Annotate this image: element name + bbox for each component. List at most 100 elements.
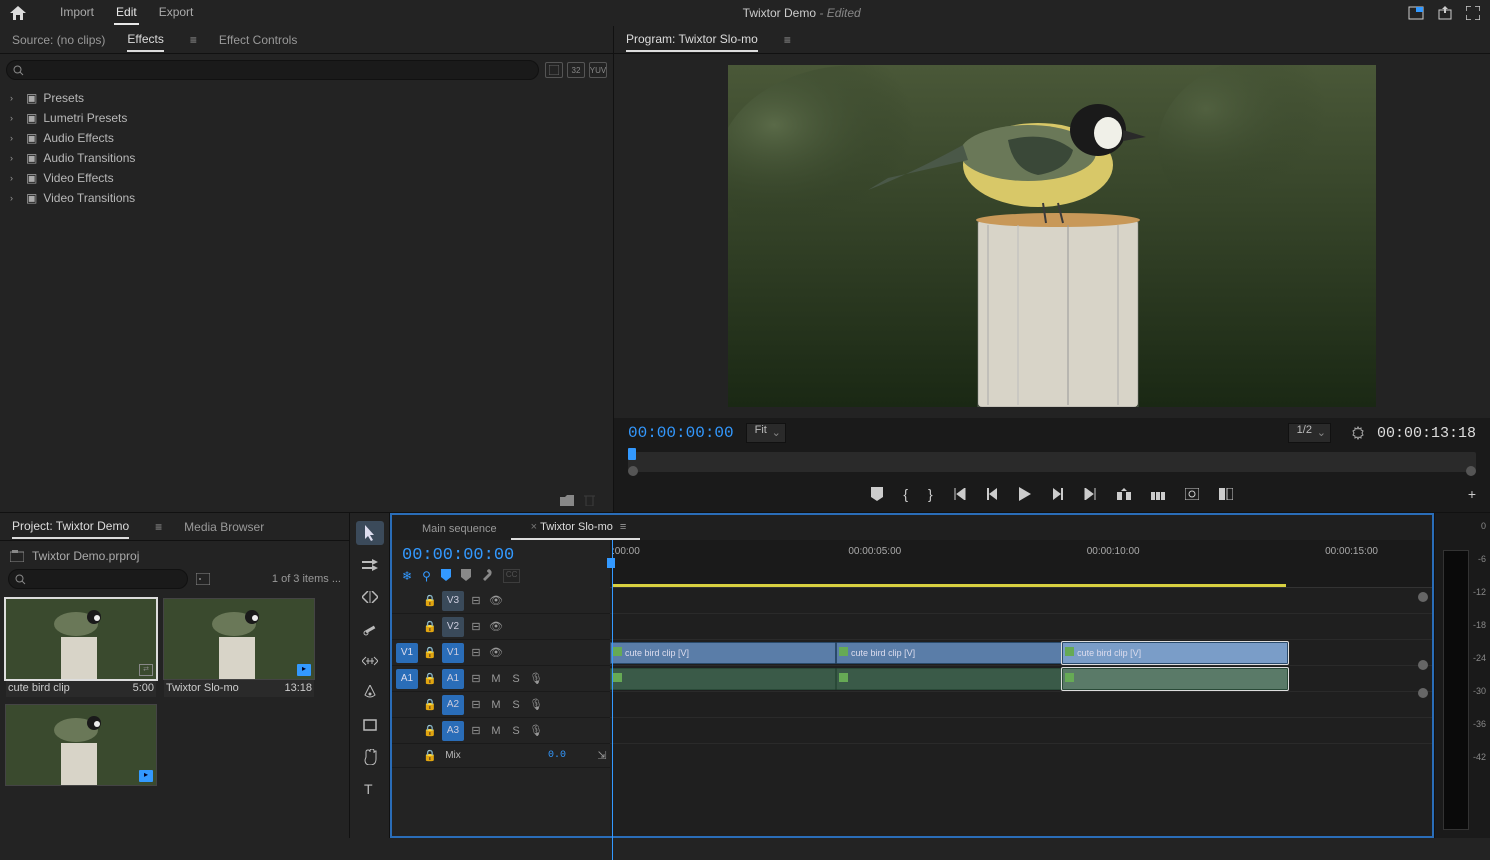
track-v1[interactable]: cute bird clip [V] cute bird clip [V] cu… [610, 640, 1432, 666]
share-icon[interactable] [1438, 6, 1452, 20]
slip-tool-icon[interactable] [356, 649, 384, 673]
mark-out-icon[interactable]: } [928, 486, 933, 502]
pen-tool-icon[interactable] [356, 681, 384, 705]
lock-icon[interactable]: 🔒 [422, 620, 438, 633]
mark-in-icon[interactable]: { [903, 486, 908, 502]
program-viewport[interactable] [614, 54, 1490, 418]
home-icon[interactable] [10, 6, 34, 20]
go-to-out-icon[interactable] [1083, 488, 1097, 500]
playhead-line[interactable] [612, 540, 613, 860]
voiceover-icon[interactable]: 🎙 [528, 724, 544, 737]
bin-item[interactable]: ▸ Twixtor Slo-mo13:18 [164, 599, 314, 697]
lock-icon[interactable]: 🔒 [422, 749, 438, 762]
playhead-icon[interactable] [628, 448, 636, 460]
export-frame-icon[interactable] [1185, 488, 1199, 500]
lock-icon[interactable]: 🔒 [422, 698, 438, 711]
track-header[interactable]: 🔒 A2 ⊟ M S 🎙 [392, 692, 610, 718]
timeline-ruler[interactable]: :00:00 00:00:05:00 00:00:10:00 00:00:15:… [610, 540, 1432, 588]
video-clip[interactable]: cute bird clip [V] [836, 642, 1062, 664]
step-forward-icon[interactable] [1051, 488, 1063, 500]
panel-menu-icon[interactable]: ≡ [620, 521, 626, 533]
scrubber-handle[interactable] [628, 466, 638, 476]
extract-icon[interactable] [1151, 488, 1165, 500]
video-clip[interactable]: cute bird clip [V] [1062, 642, 1288, 664]
linked-selection-icon[interactable]: ⚲ [422, 569, 431, 583]
solo-icon[interactable]: S [508, 699, 524, 711]
solo-icon[interactable]: S [508, 673, 524, 685]
sync-lock-icon[interactable]: ⊟ [468, 646, 484, 659]
zoom-handle[interactable] [1418, 592, 1428, 602]
track-a2[interactable] [610, 692, 1432, 718]
tab-source[interactable]: Source: (no clips) [12, 29, 105, 51]
tab-program[interactable]: Program: Twixtor Slo-mo [626, 28, 758, 52]
sync-lock-icon[interactable]: ⊟ [468, 698, 484, 711]
type-tool-icon[interactable]: T [356, 777, 384, 801]
tree-item[interactable]: ›▣Audio Effects [6, 128, 607, 148]
bin-item[interactable]: ⇄ cute bird clip5:00 [6, 599, 156, 697]
expand-mix-icon[interactable]: ⇲ [594, 749, 610, 762]
sequence-tab[interactable]: × Twixtor Slo-mo ≡ [511, 516, 641, 540]
tree-item[interactable]: ›▣Video Effects [6, 168, 607, 188]
panel-menu-icon[interactable]: ≡ [155, 520, 162, 534]
workspace-tab-edit[interactable]: Edit [114, 1, 139, 25]
sync-lock-icon[interactable]: ⊟ [468, 594, 484, 607]
panel-menu-icon[interactable]: ≡ [784, 33, 791, 47]
sync-lock-icon[interactable]: ⊟ [468, 620, 484, 633]
track-header[interactable]: V1 🔒 V1 ⊟ 👁 [392, 640, 610, 666]
program-scrubber[interactable] [628, 452, 1476, 472]
step-back-icon[interactable] [987, 488, 999, 500]
voiceover-icon[interactable]: 🎙 [528, 698, 544, 711]
rectangle-tool-icon[interactable] [356, 713, 384, 737]
accelerated-badge-icon[interactable] [545, 62, 563, 78]
voiceover-icon[interactable]: 🎙 [528, 672, 544, 685]
tab-effects[interactable]: Effects [127, 28, 163, 52]
quick-export-icon[interactable] [1408, 6, 1424, 20]
toggle-output-icon[interactable]: 👁 [488, 620, 504, 633]
sequence-tab[interactable]: Main sequence [408, 518, 511, 540]
tree-item[interactable]: ›▣Audio Transitions [6, 148, 607, 168]
tree-item[interactable]: ›▣Video Transitions [6, 188, 607, 208]
timeline-marker-icon[interactable] [461, 569, 471, 583]
button-editor-icon[interactable]: + [1468, 486, 1476, 502]
settings-icon[interactable] [1351, 426, 1365, 440]
track-header[interactable]: 🔒 V2 ⊟ 👁 [392, 614, 610, 640]
track-v2[interactable] [610, 614, 1432, 640]
selection-tool-icon[interactable] [356, 521, 384, 545]
sync-lock-icon[interactable]: ⊟ [468, 672, 484, 685]
workspace-tab-export[interactable]: Export [157, 1, 196, 25]
snap-icon[interactable]: ❄ [402, 569, 412, 583]
razor-tool-icon[interactable] [356, 617, 384, 641]
workspace-tab-import[interactable]: Import [58, 1, 96, 25]
effects-search-input[interactable] [6, 60, 539, 80]
zoom-handle[interactable] [1418, 660, 1428, 670]
zoom-handle[interactable] [1418, 688, 1428, 698]
video-clip[interactable]: cute bird clip [V] [610, 642, 836, 664]
track-a3[interactable] [610, 718, 1432, 744]
new-bin-icon[interactable] [560, 495, 574, 506]
track-select-tool-icon[interactable] [356, 553, 384, 577]
lock-icon[interactable]: 🔒 [422, 672, 438, 685]
panel-menu-icon[interactable]: ≡ [190, 33, 197, 47]
go-to-in-icon[interactable] [953, 488, 967, 500]
lock-icon[interactable]: 🔒 [422, 646, 438, 659]
play-icon[interactable] [1019, 487, 1031, 501]
scrubber-handle[interactable] [1466, 466, 1476, 476]
lock-icon[interactable]: 🔒 [422, 594, 438, 607]
sync-lock-icon[interactable]: ⊟ [468, 724, 484, 737]
bin-item[interactable]: ▸ [6, 705, 156, 785]
hand-tool-icon[interactable] [356, 745, 384, 769]
mix-track-header[interactable]: 🔒 Mix 0.0 ⇲ [392, 744, 610, 768]
tab-effect-controls[interactable]: Effect Controls [219, 29, 297, 51]
filter-bin-icon[interactable] [196, 573, 210, 585]
track-header[interactable]: 🔒 V3 ⊟ 👁 [392, 588, 610, 614]
program-timecode-in[interactable]: 00:00:00:00 [628, 424, 734, 442]
playhead-icon[interactable] [607, 558, 615, 568]
tab-project[interactable]: Project: Twixtor Demo [12, 515, 129, 539]
yuv-badge-icon[interactable]: YUV [589, 62, 607, 78]
zoom-dropdown[interactable]: Fit [746, 423, 786, 443]
audio-clip[interactable] [836, 668, 1062, 690]
add-marker-icon[interactable] [441, 569, 451, 583]
audio-clip[interactable] [1062, 668, 1288, 690]
tree-item[interactable]: ›▣Presets [6, 88, 607, 108]
add-marker-icon[interactable] [871, 487, 883, 501]
